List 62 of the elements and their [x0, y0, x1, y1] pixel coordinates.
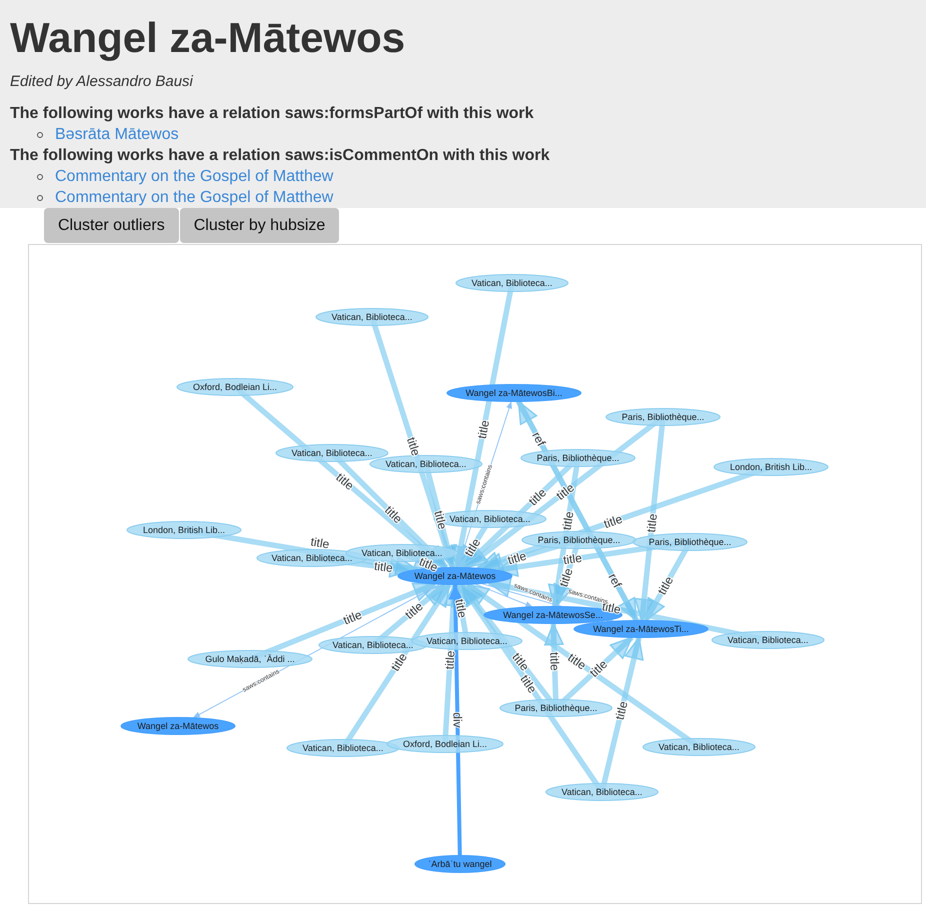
graph-node[interactable]: Wangel za-MātewosBi...	[446, 384, 582, 402]
edge-label: title	[612, 700, 630, 722]
edge-label: title	[431, 509, 450, 531]
graph-node[interactable]: Paris, Bibliothèque...	[632, 533, 748, 551]
edge-label: title	[565, 650, 589, 673]
edge-label: title	[602, 512, 624, 532]
edge-label: title	[452, 598, 470, 619]
edge-label: title	[556, 566, 576, 589]
edge-label: title	[654, 574, 676, 598]
edge-label: title	[341, 608, 364, 628]
graph-node[interactable]: Wangel za-Mātewos	[120, 717, 236, 735]
graph-node[interactable]: Vatican, Biblioteca...	[412, 632, 522, 650]
editor-credit: Edited by Alessandro Bausi	[10, 72, 194, 92]
graph-node[interactable]: London, British Lib...	[126, 521, 242, 539]
edge-label: title	[462, 536, 484, 560]
edge-label: title	[509, 650, 532, 674]
edge-label: title	[586, 657, 610, 680]
graph-node[interactable]: Vatican, Biblioteca...	[456, 274, 568, 292]
bullet-icon	[37, 174, 43, 180]
edge-label: title	[644, 512, 660, 534]
edge-label: title	[560, 510, 576, 532]
graph-node[interactable]: Paris, Bibliothèque...	[500, 699, 612, 717]
graph-node[interactable]: Paris, Bibliothèque...	[606, 408, 720, 426]
graph-node[interactable]: Vatican, Biblioteca...	[370, 455, 482, 473]
cluster-button[interactable]: Cluster outliers	[44, 208, 179, 243]
bullet-icon	[37, 132, 43, 138]
graph-node[interactable]: Oxford, Bodleian Li...	[386, 735, 504, 753]
graph-node[interactable]: Paris, Bibliothèque...	[520, 449, 636, 467]
graph-node[interactable]: Vatican, Biblioteca...	[712, 631, 824, 649]
relation-heading: The following works have a relation saws:isCommentOn with this work	[10, 146, 551, 166]
edge-label: title	[517, 672, 540, 696]
edge-label: title	[310, 534, 330, 552]
graph-node[interactable]: Vatican, Biblioteca...	[318, 636, 428, 654]
graph-node[interactable]: London, British Lib...	[714, 458, 828, 476]
graph-node[interactable]: Vatican, Biblioteca...	[276, 444, 388, 462]
graph-node[interactable]: Vatican, Biblioteca...	[642, 738, 756, 756]
edge-label: ref	[605, 571, 624, 590]
graph-node[interactable]: Paris, Bibliothèque...	[522, 531, 636, 549]
edge-label: title	[442, 650, 458, 670]
graph-node[interactable]: Vatican, Biblioteca...	[546, 783, 658, 801]
edge-label: title	[402, 599, 426, 622]
graph-node[interactable]: ʿArbāʿtu wangel	[414, 855, 506, 873]
graph-node[interactable]: Vatican, Biblioteca...	[316, 308, 428, 326]
cluster-button[interactable]: Cluster by hubsize	[180, 208, 340, 243]
edge-label: title	[506, 548, 528, 568]
bullet-icon	[37, 194, 43, 200]
edge-label: title	[526, 485, 550, 508]
page-title: Wangel za-Mātewos	[10, 13, 406, 63]
graph-node[interactable]: Vatican, Biblioteca...	[286, 739, 400, 757]
edge-label: title	[382, 502, 406, 526]
edge-label: title	[474, 419, 492, 440]
edge-label: title	[547, 652, 562, 672]
graph-node[interactable]: Wangel za-MātewosTi...	[574, 620, 708, 638]
edge-label: div	[450, 712, 465, 728]
relation-heading: The following works have a relation saws:formsPartOf with this work	[10, 104, 535, 124]
edge-label: title	[333, 470, 357, 493]
graph-node[interactable]: Gulo Maḳadā, ʿĀddi ...	[188, 650, 312, 668]
edge-label: title	[404, 435, 424, 458]
graph-node[interactable]: Oxford, Bodleian Li...	[176, 378, 294, 396]
edge-label: ref	[529, 430, 548, 448]
edge-label: title	[554, 480, 577, 503]
edge-label: title	[562, 550, 583, 568]
